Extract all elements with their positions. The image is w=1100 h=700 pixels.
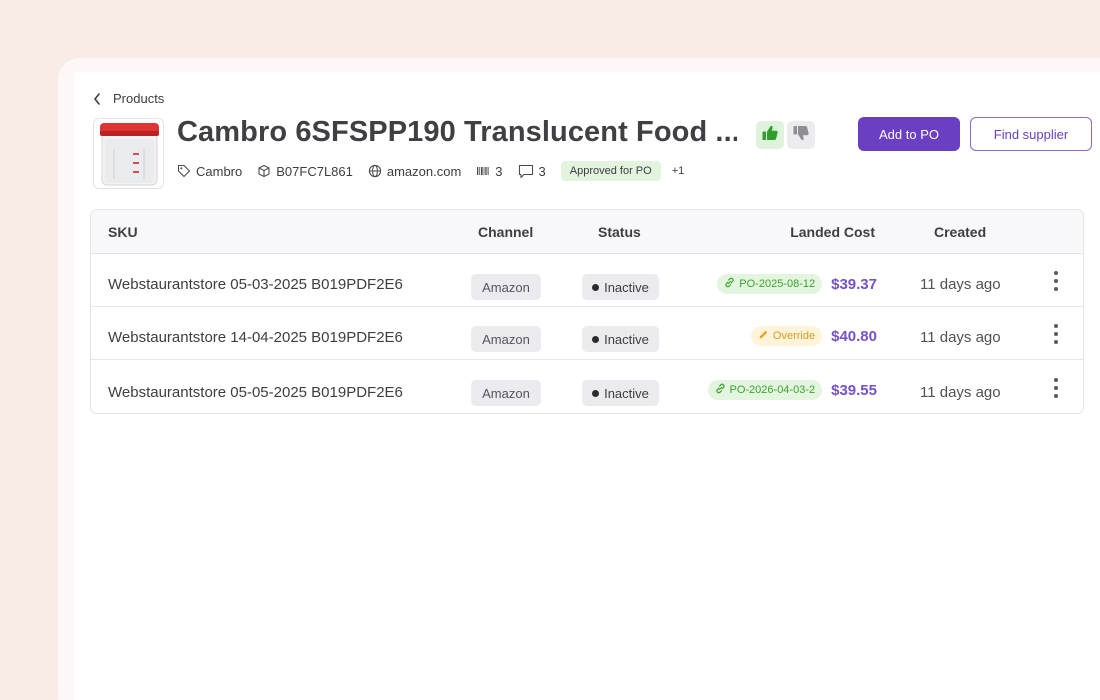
status-dot (592, 335, 600, 343)
sku-table: SKU Channel Status Landed Cost Created W… (90, 209, 1084, 414)
thumbs-down-icon (792, 124, 810, 147)
asin-label: B07FC7L861 (276, 163, 353, 179)
kebab-menu-icon[interactable] (1051, 271, 1061, 291)
column-header-channel[interactable]: Channel (478, 224, 533, 240)
approved-badge: Approved for PO (560, 161, 661, 181)
pencil-icon (758, 329, 769, 343)
po-link-tag[interactable]: PO-2025-08-12 (717, 274, 823, 294)
override-label: Override (772, 330, 816, 342)
created-date: 11 days ago (920, 329, 1001, 346)
breadcrumb-label[interactable]: Products (113, 91, 164, 106)
landed-cost-value: $39.55 (831, 381, 877, 399)
barcode-meta[interactable]: 3 (476, 163, 503, 179)
kebab-menu-icon[interactable] (1051, 324, 1061, 344)
table-header: SKU Channel Status Landed Cost Created (91, 210, 1083, 254)
comment-icon (518, 164, 534, 179)
row-sku: Webstaurantstore 05-03-2025 B019PDF2E6 (108, 276, 403, 293)
add-to-po-button[interactable]: Add to PO (858, 117, 960, 151)
po-link-tag[interactable]: PO-2026-04-03-2 (707, 380, 823, 400)
channel-chip: Amazon (471, 380, 541, 406)
brand-label: Cambro (196, 163, 243, 179)
brand-meta[interactable]: Cambro (177, 164, 242, 179)
override-tag[interactable]: Override (750, 326, 823, 346)
channel-chip: Amazon (471, 326, 541, 352)
comment-count: 3 (538, 163, 546, 179)
thumbs-up-icon (761, 124, 779, 147)
product-meta: Cambro B07FC7L861 amazon.com 3 3 Approve… (177, 160, 684, 182)
thumbs-up-button[interactable] (756, 121, 784, 149)
landed-cost-cell: PO-2025-08-12 $39.37 (717, 274, 877, 294)
more-badges[interactable]: +1 (672, 165, 685, 177)
asin-meta[interactable]: B07FC7L861 (257, 164, 353, 179)
tag-icon (177, 164, 191, 178)
table-row[interactable]: Webstaurantstore 05-05-2025 B019PDF2E6 A… (91, 360, 1083, 413)
status-badge: Inactive (582, 274, 659, 300)
row-sku: Webstaurantstore 05-05-2025 B019PDF2E6 (108, 384, 403, 401)
status-label: Inactive (604, 279, 649, 295)
column-header-landed-cost[interactable]: Landed Cost (790, 224, 875, 240)
status-label: Inactive (604, 331, 649, 347)
table-row[interactable]: Webstaurantstore 14-04-2025 B019PDF2E6 A… (91, 307, 1083, 360)
status-label: Inactive (604, 385, 649, 401)
product-title: Cambro 6SFSPP190 Translucent Food ... (177, 116, 737, 148)
status-badge: Inactive (582, 326, 659, 352)
po-tag-label: PO-2025-08-12 (739, 278, 816, 290)
column-header-status[interactable]: Status (598, 224, 641, 240)
landed-cost-cell: Override $40.80 (750, 326, 877, 346)
status-dot (592, 283, 600, 291)
link-icon (715, 383, 726, 397)
barcode-count: 3 (495, 163, 503, 179)
landed-cost-value: $39.37 (831, 275, 877, 293)
globe-icon (368, 164, 382, 178)
column-header-sku[interactable]: SKU (108, 224, 138, 240)
table-row[interactable]: Webstaurantstore 05-03-2025 B019PDF2E6 A… (91, 254, 1083, 307)
breadcrumb[interactable]: Products (93, 91, 164, 106)
find-supplier-button[interactable]: Find supplier (970, 117, 1092, 151)
product-thumbnail (93, 118, 164, 189)
thumbs-down-button[interactable] (787, 121, 815, 149)
landed-cost-cell: PO-2026-04-03-2 $39.55 (707, 380, 877, 400)
status-badge: Inactive (582, 380, 659, 406)
domain-label: amazon.com (386, 163, 462, 179)
created-date: 11 days ago (920, 276, 1001, 293)
barcode-icon (476, 165, 490, 177)
created-date: 11 days ago (920, 384, 1001, 401)
po-tag-label: PO-2026-04-03-2 (729, 384, 816, 396)
comments-meta[interactable]: 3 (518, 164, 546, 179)
channel-chip: Amazon (471, 274, 541, 300)
row-sku: Webstaurantstore 14-04-2025 B019PDF2E6 (108, 329, 403, 346)
column-header-created[interactable]: Created (934, 224, 986, 240)
link-icon (724, 277, 735, 291)
kebab-menu-icon[interactable] (1051, 378, 1061, 398)
landed-cost-value: $40.80 (831, 327, 877, 345)
box-icon (257, 164, 271, 178)
chevron-left-icon[interactable] (93, 92, 103, 106)
domain-meta[interactable]: amazon.com (368, 164, 461, 179)
status-dot (592, 389, 600, 397)
